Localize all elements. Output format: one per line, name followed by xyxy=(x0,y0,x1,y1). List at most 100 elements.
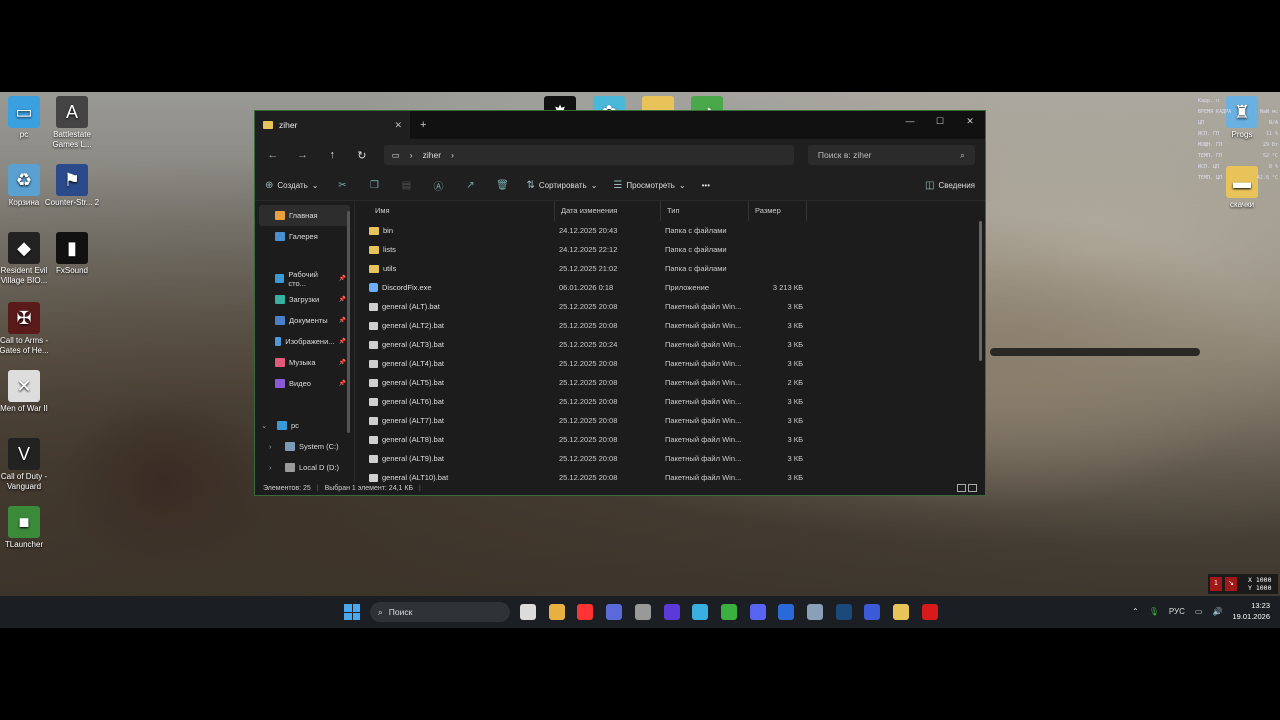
close-tab-icon[interactable]: ✕ xyxy=(394,120,402,131)
list-scrollbar[interactable] xyxy=(979,221,982,361)
chat-taskbar-icon[interactable] xyxy=(864,604,881,620)
desktop-icon-label: Call to Arms - Gates of He... xyxy=(0,336,49,355)
desktop-icon-label: Men of War II xyxy=(0,404,48,413)
new-tab-button[interactable]: + xyxy=(420,119,426,131)
amd-taskbar-icon[interactable] xyxy=(921,604,938,620)
file-row[interactable]: general (ALT9).bat 25.12.2025 20:08 Пакетн… xyxy=(355,449,985,468)
details-view-icon[interactable] xyxy=(957,484,966,492)
overlay-row: ВРЕМЯ КАДРА NaN мс xyxy=(1198,107,1278,118)
file-row[interactable]: lists 24.12.2025 22:12 Папка с файлами xyxy=(355,240,985,259)
language-indicator[interactable]: РУС xyxy=(1169,607,1185,616)
column-name[interactable]: Имя xyxy=(355,201,555,221)
file-row[interactable]: general (ALT6).bat 25.12.2025 20:08 Пакетн… xyxy=(355,392,985,411)
breadcrumb[interactable]: ziher xyxy=(423,150,441,160)
desktop-icon[interactable]: ✠ Call to Arms - Gates of He... xyxy=(0,302,54,356)
chevron-icon[interactable]: ⌄ xyxy=(261,421,273,430)
desktop-icon[interactable]: ▮ FxSound xyxy=(42,232,102,276)
back-button[interactable]: ← xyxy=(265,149,281,161)
vs2-taskbar-icon[interactable] xyxy=(778,604,795,620)
create-button[interactable]: ⊕ Создать ⌄ xyxy=(265,180,319,191)
stalker-taskbar-icon[interactable] xyxy=(634,604,651,620)
file-size: 3 КБ xyxy=(787,340,803,349)
forward-button[interactable]: → xyxy=(295,149,311,161)
sidebar-item[interactable]: Главная xyxy=(259,205,350,226)
vs-taskbar-icon[interactable] xyxy=(663,604,680,620)
utorrent-taskbar-icon[interactable] xyxy=(720,604,737,620)
sidebar-item[interactable]: ⌄ pc xyxy=(255,415,354,436)
chevron-icon[interactable]: › xyxy=(269,463,281,472)
sidebar-item[interactable]: Музыка 📌 xyxy=(255,352,354,373)
paint-taskbar-icon[interactable] xyxy=(548,604,565,620)
explorer-taskbar-icon[interactable] xyxy=(893,604,910,620)
file-row[interactable]: DiscordFix.exe 06.01.2026 0:18 Приложение 3… xyxy=(355,278,985,297)
yandex-taskbar-icon[interactable] xyxy=(577,604,594,620)
share-icon[interactable]: ↗ xyxy=(463,180,479,191)
sidebar-item[interactable]: Галерея xyxy=(255,226,354,247)
volume-icon[interactable]: 🔊 xyxy=(1212,607,1222,616)
sidebar-item[interactable]: › System (C:) xyxy=(255,436,354,457)
settings-taskbar-icon[interactable] xyxy=(807,604,823,620)
chevron-up-icon[interactable]: ⌃ xyxy=(1132,607,1139,616)
more-button[interactable]: ••• xyxy=(702,181,710,190)
file-row[interactable]: utils 25.12.2025 21:02 Папка с файлами xyxy=(355,259,985,278)
view-button[interactable]: ☰ Просмотреть ⌄ xyxy=(613,180,685,191)
file-name: utils xyxy=(383,264,397,273)
taskview-taskbar-icon[interactable] xyxy=(520,604,536,620)
tiles-view-icon[interactable] xyxy=(968,484,977,492)
copy-icon[interactable]: ❐ xyxy=(367,180,383,191)
sidebar-scrollbar[interactable] xyxy=(347,211,350,433)
delete-icon[interactable]: 🗑 xyxy=(495,180,511,191)
monitor-icon[interactable]: ▭ xyxy=(1195,607,1203,616)
app-icon: ✠ xyxy=(8,302,40,334)
file-row[interactable]: general (ALT).bat 25.12.2025 20:08 Пакетны… xyxy=(355,297,985,316)
details-button[interactable]: ◫ Сведения xyxy=(925,180,975,191)
sidebar-item[interactable]: Документы 📌 xyxy=(255,310,354,331)
desktop-icon[interactable]: V Call of Duty - Vanguard xyxy=(0,438,54,492)
folder-icon xyxy=(369,226,379,235)
refresh-button[interactable]: ↻ xyxy=(354,149,370,162)
coordinate-text: X 1000 Y 1000 xyxy=(1248,576,1271,592)
file-row[interactable]: general (ALT2).bat 25.12.2025 20:08 Пакетн… xyxy=(355,316,985,335)
desktop-icon[interactable]: ✕ Men of War II xyxy=(0,370,54,414)
sidebar-item[interactable]: Видео 📌 xyxy=(255,373,354,394)
file-row[interactable]: general (ALT3).bat 25.12.2025 20:24 Пакетн… xyxy=(355,335,985,354)
desktop-icon[interactable]: ■ TLauncher xyxy=(0,506,54,550)
rename-icon[interactable]: Ⓐ xyxy=(431,178,447,193)
sidebar-item[interactable]: Изображени... 📌 xyxy=(255,331,354,352)
steam-taskbar-icon[interactable] xyxy=(835,604,852,620)
teams-taskbar-icon[interactable] xyxy=(606,604,623,620)
mic-icon[interactable]: 🎙 xyxy=(1149,607,1159,616)
sidebar-item[interactable]: Загрузки 📌 xyxy=(255,289,354,310)
maximize-button[interactable]: ☐ xyxy=(925,111,955,131)
address-bar[interactable]: ▭ › ziher › xyxy=(383,145,794,165)
file-row[interactable]: general (ALT4).bat 25.12.2025 20:08 Пакетн… xyxy=(355,354,985,373)
file-row[interactable]: general (ALT8).bat 25.12.2025 20:08 Пакетн… xyxy=(355,430,985,449)
cut-icon[interactable]: ✂ xyxy=(335,180,351,191)
up-button[interactable]: ↑ xyxy=(324,149,340,161)
app-icon: ▮ xyxy=(56,232,88,264)
start-button[interactable] xyxy=(344,604,360,620)
tab-ziher[interactable]: ziher ✕ xyxy=(255,111,410,139)
file-row[interactable]: general (ALT7).bat 25.12.2025 20:08 Пакетн… xyxy=(355,411,985,430)
sort-button[interactable]: ⇅ Сортировать ⌄ xyxy=(527,180,598,191)
clock[interactable]: 13:23 19.01.2026 xyxy=(1232,600,1270,622)
paste-icon[interactable]: ▤ xyxy=(399,180,415,191)
taskbar-search[interactable]: ⌕ Поиск xyxy=(370,602,510,622)
file-row[interactable]: general (ALT5).bat 25.12.2025 20:08 Пакетн… xyxy=(355,373,985,392)
chevron-icon[interactable]: › xyxy=(269,442,281,451)
column-size[interactable]: Размер xyxy=(749,201,807,221)
desktop-icon[interactable]: ⚑ Counter-Str... 2 xyxy=(42,164,102,208)
sidebar-item[interactable]: › Local D (D:) xyxy=(255,457,354,478)
file-row[interactable]: bin 24.12.2025 20:43 Папка с файлами xyxy=(355,221,985,240)
minimize-button[interactable]: — xyxy=(895,111,925,131)
desktop-icon[interactable]: A Battlestate Games L... xyxy=(42,96,102,150)
column-type[interactable]: Тип xyxy=(661,201,749,221)
column-date[interactable]: Дата изменения xyxy=(555,201,661,221)
sidebar-item[interactable]: Рабочий сто... 📌 xyxy=(255,268,354,289)
close-button[interactable]: ✕ xyxy=(955,111,985,131)
file-size: 3 КБ xyxy=(787,454,803,463)
remote-taskbar-icon[interactable] xyxy=(692,604,709,620)
discord-taskbar-icon[interactable] xyxy=(749,604,766,620)
search-input[interactable]: Поиск в: ziher ⌕ xyxy=(807,145,975,165)
file-type: Папка с файлами xyxy=(665,226,727,235)
